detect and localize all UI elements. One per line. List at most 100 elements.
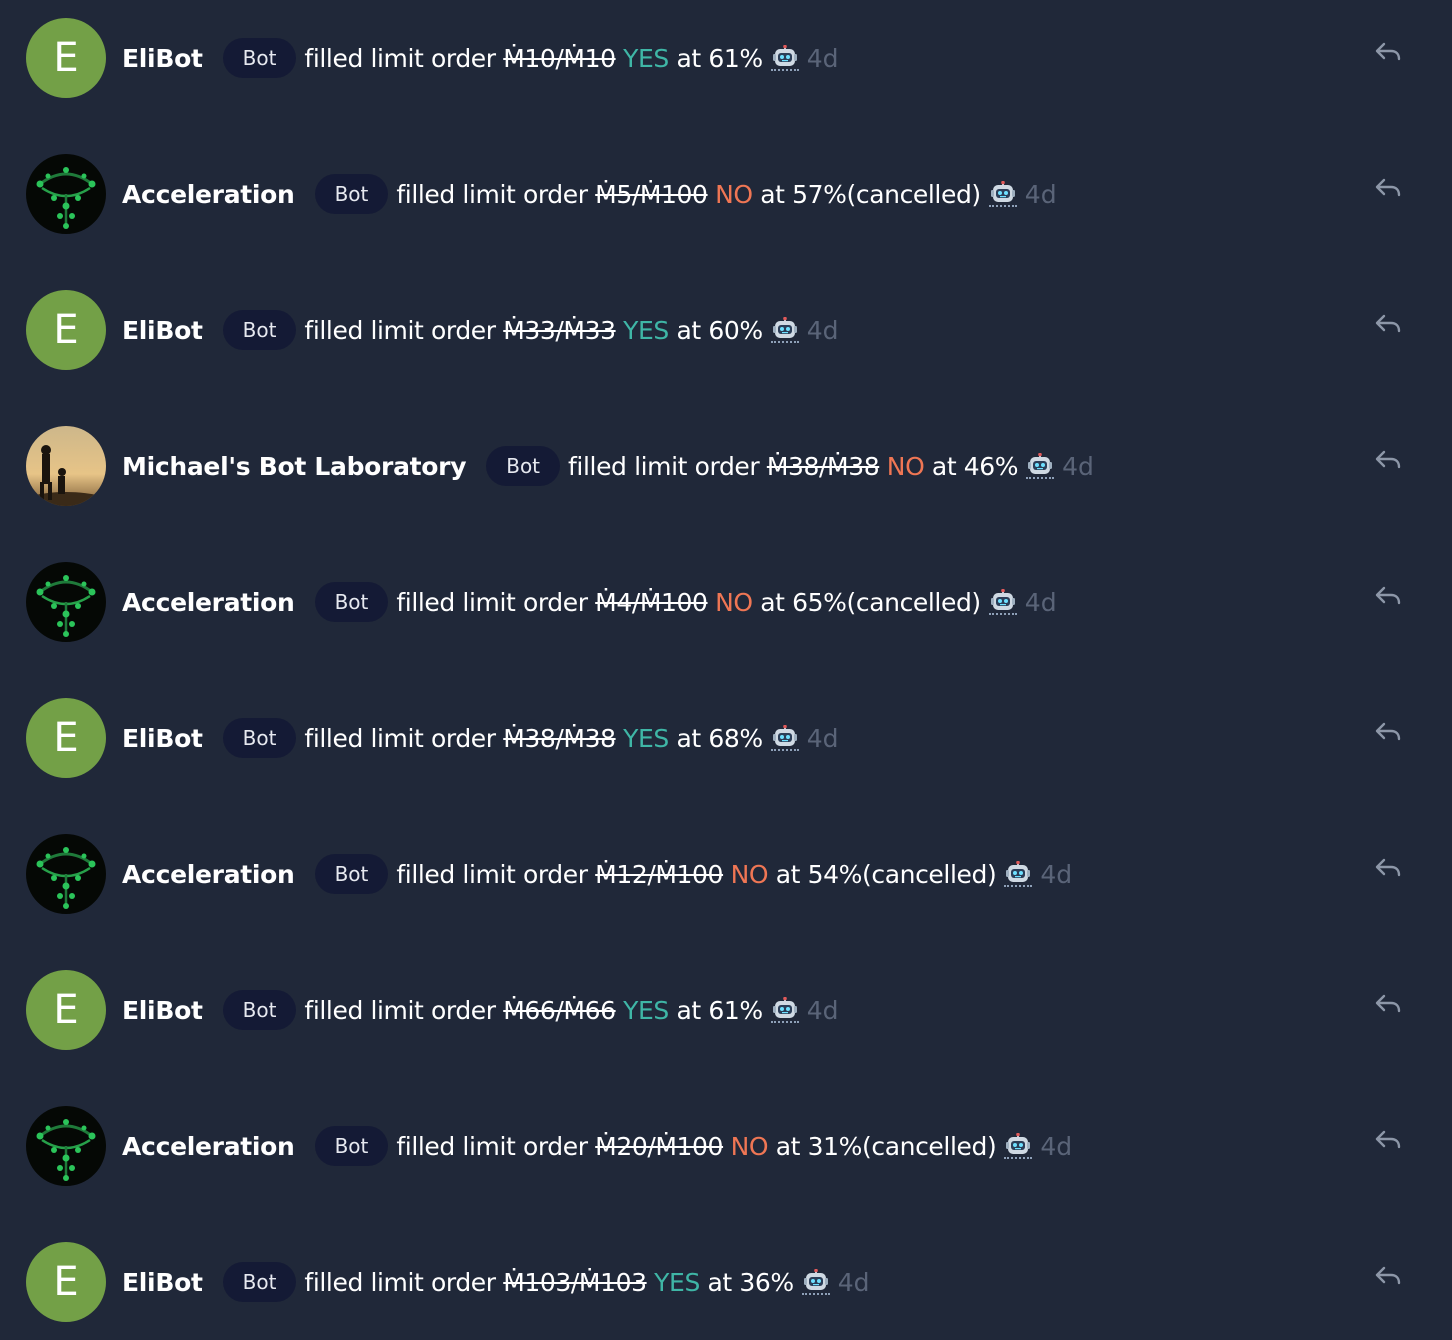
green-network-avatar[interactable]: [26, 562, 106, 642]
green-network-avatar[interactable]: [26, 834, 106, 914]
author-name[interactable]: EliBot: [122, 316, 203, 345]
author-name[interactable]: EliBot: [122, 724, 203, 753]
feed-item: E EliBot Bot filled limit order Ṁ38/Ṁ38 …: [0, 698, 1452, 778]
feed-item-line: EliBot Bot filled limit order Ṁ33/Ṁ33 YE…: [122, 290, 838, 370]
author-name[interactable]: Michael's Bot Laboratory: [122, 452, 467, 481]
timestamp[interactable]: 4d: [1040, 1132, 1072, 1161]
feed-item: Acceleration Bot filled limit order Ṁ12/…: [0, 834, 1452, 914]
avatar-letter[interactable]: E: [26, 18, 106, 98]
feed-item-line: Acceleration Bot filled limit order Ṁ4/Ṁ…: [122, 562, 1057, 642]
author-name[interactable]: Acceleration: [122, 588, 295, 617]
timestamp[interactable]: 4d: [807, 724, 839, 753]
order-amount: Ṁ66/Ṁ66: [503, 995, 616, 1025]
sunset-silhouette-avatar[interactable]: [26, 426, 106, 506]
robot-icon[interactable]: [1004, 861, 1033, 887]
robot-icon[interactable]: [770, 997, 799, 1023]
outcome-label: YES: [654, 1267, 700, 1297]
outcome-label: NO: [730, 1131, 769, 1161]
action-text: filled limit order: [304, 43, 496, 73]
probability-text: at 46%: [931, 451, 1019, 481]
reply-arrow-icon[interactable]: [1372, 854, 1404, 882]
outcome-label: YES: [623, 723, 669, 753]
robot-icon[interactable]: [770, 317, 799, 343]
feed-item: Acceleration Bot filled limit order Ṁ20/…: [0, 1106, 1452, 1186]
outcome-label: NO: [715, 587, 753, 617]
action-text: filled limit order: [396, 587, 588, 617]
feed-item: Acceleration Bot filled limit order Ṁ4/Ṁ…: [0, 562, 1452, 642]
robot-icon[interactable]: [988, 589, 1017, 615]
outcome-label: NO: [715, 179, 753, 209]
robot-icon[interactable]: [1004, 1133, 1033, 1159]
reply-arrow-icon[interactable]: [1372, 446, 1404, 474]
action-text: filled limit order: [304, 723, 496, 753]
reply-arrow-icon[interactable]: [1372, 582, 1404, 610]
action-text: filled limit order: [304, 1267, 496, 1297]
cancelled-note: (cancelled): [862, 1131, 997, 1161]
author-name[interactable]: EliBot: [122, 44, 203, 73]
timestamp[interactable]: 4d: [1040, 860, 1072, 889]
feed-item: E EliBot Bot filled limit order Ṁ33/Ṁ33 …: [0, 290, 1452, 370]
outcome-label: YES: [623, 315, 669, 345]
avatar-letter[interactable]: E: [26, 698, 106, 778]
bot-badge: Bot: [314, 854, 389, 894]
feed-item-line: Acceleration Bot filled limit order Ṁ12/…: [122, 834, 1072, 914]
timestamp[interactable]: 4d: [838, 1268, 870, 1297]
timestamp[interactable]: 4d: [807, 316, 839, 345]
avatar-letter[interactable]: E: [26, 970, 106, 1050]
feed-item-line: Acceleration Bot filled limit order Ṁ20/…: [122, 1106, 1072, 1186]
robot-icon[interactable]: [1026, 453, 1055, 479]
bot-badge: Bot: [314, 174, 389, 214]
feed-item-line: EliBot Bot filled limit order Ṁ10/Ṁ10 YE…: [122, 18, 838, 98]
feed-item: E EliBot Bot filled limit order Ṁ10/Ṁ10 …: [0, 18, 1452, 98]
order-amount: Ṁ10/Ṁ10: [503, 43, 616, 73]
action-text: filled limit order: [304, 995, 496, 1025]
reply-arrow-icon[interactable]: [1372, 310, 1404, 338]
robot-icon[interactable]: [770, 725, 799, 751]
reply-arrow-icon[interactable]: [1372, 990, 1404, 1018]
green-network-avatar[interactable]: [26, 154, 106, 234]
timestamp[interactable]: 4d: [1062, 452, 1094, 481]
outcome-label: NO: [886, 451, 925, 481]
timestamp[interactable]: 4d: [807, 996, 839, 1025]
author-name[interactable]: Acceleration: [122, 860, 295, 889]
bot-badge: Bot: [222, 1262, 297, 1302]
timestamp[interactable]: 4d: [1025, 588, 1057, 617]
order-amount: Ṁ4/Ṁ100: [595, 587, 708, 617]
reply-arrow-icon[interactable]: [1372, 1126, 1404, 1154]
feed-item-line: Acceleration Bot filled limit order Ṁ5/Ṁ…: [122, 154, 1057, 234]
author-name[interactable]: Acceleration: [122, 1132, 295, 1161]
action-text: filled limit order: [396, 859, 588, 889]
author-name[interactable]: EliBot: [122, 1268, 203, 1297]
avatar-letter[interactable]: E: [26, 290, 106, 370]
author-name[interactable]: EliBot: [122, 996, 203, 1025]
outcome-label: NO: [730, 859, 769, 889]
bot-badge: Bot: [486, 446, 561, 486]
action-text: filled limit order: [396, 1131, 588, 1161]
probability-text: at 68%: [676, 723, 763, 753]
feed-item: E EliBot Bot filled limit order Ṁ103/Ṁ10…: [0, 1242, 1452, 1322]
feed-item-line: Michael's Bot Laboratory Bot filled limi…: [122, 426, 1094, 506]
author-name[interactable]: Acceleration: [122, 180, 295, 209]
feed-item: E EliBot Bot filled limit order Ṁ66/Ṁ66 …: [0, 970, 1452, 1050]
probability-text: at 61%: [676, 995, 763, 1025]
bot-badge: Bot: [222, 310, 297, 350]
reply-arrow-icon[interactable]: [1372, 718, 1404, 746]
cancelled-note: (cancelled): [862, 859, 997, 889]
green-network-avatar[interactable]: [26, 1106, 106, 1186]
reply-arrow-icon[interactable]: [1372, 174, 1404, 202]
feed-item-line: EliBot Bot filled limit order Ṁ103/Ṁ103 …: [122, 1242, 870, 1322]
probability-text: at 61%: [676, 43, 763, 73]
robot-icon[interactable]: [988, 181, 1017, 207]
action-text: filled limit order: [568, 451, 760, 481]
order-amount: Ṁ38/Ṁ38: [766, 451, 880, 481]
reply-arrow-icon[interactable]: [1372, 38, 1404, 66]
robot-icon[interactable]: [770, 45, 799, 71]
robot-icon[interactable]: [801, 1269, 830, 1295]
reply-arrow-icon[interactable]: [1372, 1262, 1404, 1290]
timestamp[interactable]: 4d: [1025, 180, 1057, 209]
feed-item-line: EliBot Bot filled limit order Ṁ66/Ṁ66 YE…: [122, 970, 838, 1050]
avatar-letter[interactable]: E: [26, 1242, 106, 1322]
cancelled-note: (cancelled): [846, 587, 982, 617]
timestamp[interactable]: 4d: [807, 44, 839, 73]
order-amount: Ṁ33/Ṁ33: [503, 315, 616, 345]
